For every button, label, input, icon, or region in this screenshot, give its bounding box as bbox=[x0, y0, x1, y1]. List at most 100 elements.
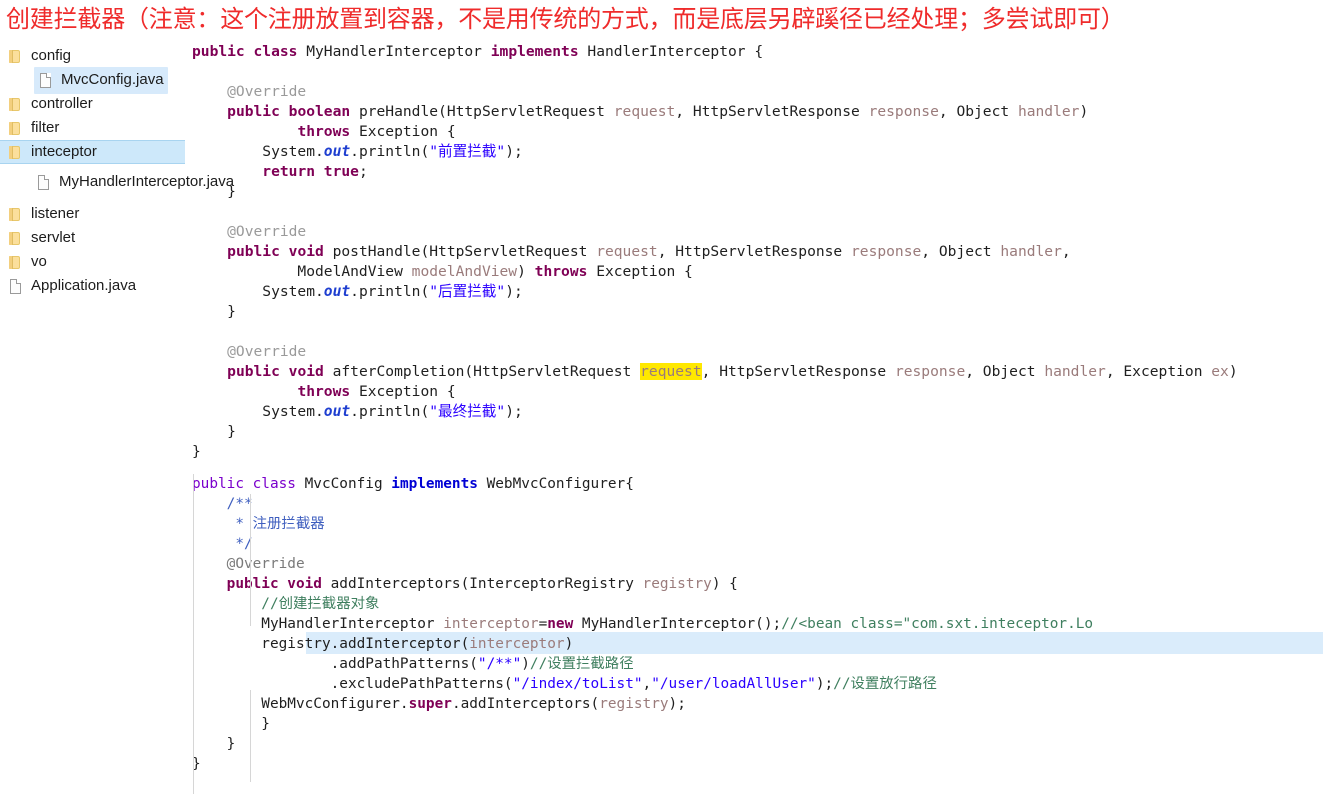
code-line: WebMvcConfigurer.super.addInterceptors(r… bbox=[192, 694, 1093, 714]
code-line: .addPathPatterns("/**")//设置拦截路径 bbox=[192, 654, 1093, 674]
code-token: interceptor bbox=[469, 636, 565, 652]
code-line: //创建拦截器对象 bbox=[192, 594, 1093, 614]
code-line: @Override bbox=[192, 222, 1238, 242]
code-token: , Object bbox=[965, 363, 1045, 380]
code-token: response bbox=[868, 103, 939, 120]
code-token: } bbox=[192, 443, 201, 460]
code-token: , HttpServletResponse bbox=[657, 243, 851, 260]
code-token: ) bbox=[564, 636, 574, 652]
code-token: throws bbox=[297, 383, 359, 400]
code-token: public boolean bbox=[227, 103, 359, 120]
code-token: ; bbox=[358, 163, 368, 180]
code-token: , Object bbox=[938, 103, 1018, 120]
code-token: } bbox=[192, 716, 270, 732]
code-line: registry.addInterceptor(interceptor) bbox=[192, 634, 1093, 654]
tree-item-servlet[interactable]: servlet bbox=[0, 226, 185, 250]
code-token: "/**" bbox=[477, 656, 522, 672]
code-token: } bbox=[192, 303, 236, 320]
code-token: @Override bbox=[192, 556, 305, 572]
code-token: MyHandlerInterceptor bbox=[192, 616, 444, 632]
tree-item-application-java[interactable]: Application.java bbox=[0, 274, 185, 298]
code-editor-interceptor-class[interactable]: public class MyHandlerInterceptor implem… bbox=[192, 42, 1238, 462]
code-token: MvcConfig bbox=[304, 476, 392, 492]
code-token: MyHandlerInterceptor(); bbox=[581, 616, 782, 632]
code-token: @Override bbox=[192, 83, 307, 100]
code-token: handler bbox=[1044, 363, 1106, 380]
code-token: implements bbox=[490, 43, 588, 60]
code-line: ModelAndView modelAndView) throws Except… bbox=[192, 262, 1238, 282]
code-token: "最终拦截" bbox=[429, 403, 506, 420]
code-token: HandlerInterceptor { bbox=[587, 43, 764, 60]
code-token: request bbox=[596, 243, 658, 260]
tree-item-vo[interactable]: vo bbox=[0, 250, 185, 274]
tree-item-highlight: MvcConfig.java bbox=[34, 66, 168, 94]
page-title: 创建拦截器（注意：这个注册放置到容器，不是用传统的方式，而是底层另辟蹊径已经处理… bbox=[6, 5, 1125, 33]
code-line: System.out.println("最终拦截"); bbox=[192, 402, 1238, 422]
folder-icon bbox=[6, 229, 24, 247]
code-token: super bbox=[408, 696, 452, 712]
code-token: @Override bbox=[192, 223, 307, 240]
code-line: throws Exception { bbox=[192, 382, 1238, 402]
code-token: public class bbox=[192, 476, 305, 492]
tree-item-label: vo bbox=[31, 253, 47, 270]
tree-item-filter[interactable]: filter bbox=[0, 116, 185, 140]
code-token: .println( bbox=[350, 403, 430, 420]
code-token: addInterceptors(InterceptorRegistry bbox=[330, 576, 643, 592]
code-token: ); bbox=[505, 403, 523, 420]
folder-icon bbox=[6, 143, 24, 161]
code-token: implements bbox=[391, 476, 487, 492]
folder-icon bbox=[6, 253, 24, 271]
tree-item-label: listener bbox=[31, 205, 80, 222]
code-token: //设置放行路径 bbox=[833, 676, 937, 692]
code-line: throws Exception { bbox=[192, 122, 1238, 142]
tree-item-inteceptor[interactable]: inteceptor bbox=[0, 140, 185, 164]
code-token: WebMvcConfigurer{ bbox=[486, 476, 634, 492]
code-token: System. bbox=[192, 143, 324, 160]
code-token: ) { bbox=[711, 576, 738, 592]
project-file-tree[interactable]: config MvcConfig.java controller filter inte… bbox=[0, 44, 234, 319]
code-line: System.out.println("后置拦截"); bbox=[192, 282, 1238, 302]
code-line: .excludePathPatterns("/index/toList","/u… bbox=[192, 674, 1093, 694]
code-token: } bbox=[192, 183, 236, 200]
code-token: .println( bbox=[350, 143, 430, 160]
code-token: , bbox=[642, 676, 652, 692]
tree-item-mvcconfig-java[interactable]: MvcConfig.java bbox=[0, 66, 185, 94]
code-line: } bbox=[192, 442, 1238, 462]
code-line: /** bbox=[192, 494, 1093, 514]
code-token: ex bbox=[1211, 363, 1229, 380]
code-token: public void bbox=[227, 243, 333, 260]
code-token: = bbox=[538, 616, 548, 632]
code-line: @Override bbox=[192, 82, 1238, 102]
code-token: "/user/loadAllUser" bbox=[651, 676, 816, 692]
code-line: } bbox=[192, 182, 1238, 202]
tree-item-controller[interactable]: controller bbox=[0, 92, 185, 116]
tree-item-config[interactable]: config bbox=[0, 44, 185, 68]
code-token: out bbox=[323, 283, 351, 300]
code-token: "/index/toList" bbox=[512, 676, 643, 692]
code-token: @Override bbox=[192, 343, 307, 360]
code-line: public class MvcConfig implements WebMvc… bbox=[192, 474, 1093, 494]
code-line: @Override bbox=[192, 554, 1093, 574]
code-token: } bbox=[192, 736, 236, 752]
code-token: .excludePathPatterns( bbox=[192, 676, 513, 692]
tree-item-myhandlerinterceptor-java[interactable]: MyHandlerInterceptor.java bbox=[0, 170, 234, 194]
code-line: public class MyHandlerInterceptor implem… bbox=[192, 42, 1238, 62]
indent-guide bbox=[250, 690, 251, 782]
code-editor-mvcconfig-class[interactable]: public class MvcConfig implements WebMvc… bbox=[192, 474, 1093, 774]
file-icon bbox=[34, 173, 52, 191]
code-token: out bbox=[323, 143, 351, 160]
tree-item-label: MvcConfig.java bbox=[61, 70, 164, 88]
code-line: * 注册拦截器 bbox=[192, 514, 1093, 534]
code-token: ) bbox=[1228, 363, 1238, 380]
code-token: Exception { bbox=[358, 383, 456, 400]
code-token: public void bbox=[226, 576, 331, 592]
tree-item-listener[interactable]: listener bbox=[0, 202, 185, 226]
folder-icon bbox=[6, 119, 24, 137]
code-token: System. bbox=[192, 403, 324, 420]
code-line: public boolean preHandle(HttpServletRequ… bbox=[192, 102, 1238, 122]
code-token: .addPathPatterns( bbox=[192, 656, 478, 672]
code-token: System. bbox=[192, 283, 324, 300]
